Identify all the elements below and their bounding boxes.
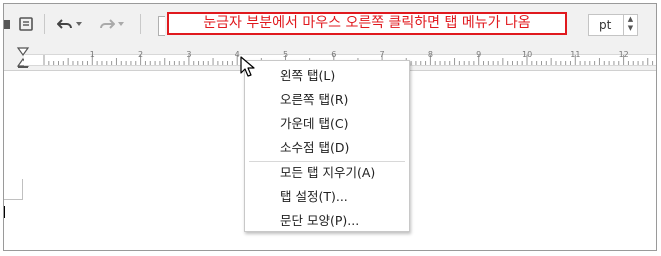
menu-item-right-tab[interactable]: 오른쪽 탭(R) [245, 88, 409, 112]
toolbar: 눈금자 부분에서 마우스 오른쪽 클릭하면 탭 메뉴가 나옴 pt ▲ ▼ [4, 4, 656, 47]
dropdown-arrow-icon [75, 22, 82, 26]
ruler-number: 10 [522, 50, 533, 59]
menu-item-decimal-tab[interactable]: 소수점 탭(D) [245, 136, 409, 160]
spin-up-icon[interactable]: ▲ [624, 15, 637, 24]
redo-button[interactable] [98, 14, 124, 34]
ruler-number: 5 [282, 50, 289, 59]
ruler-number: 9 [476, 50, 482, 59]
font-size-unit-select[interactable]: pt ▲ ▼ [588, 14, 638, 36]
text-cursor [4, 206, 5, 218]
mouse-pointer-icon [240, 56, 255, 77]
partial-icon[interactable] [4, 14, 12, 34]
spin-down-icon[interactable]: ▼ [624, 24, 637, 33]
menu-item-paragraph-shape[interactable]: 문단 모양(P)... [245, 209, 409, 233]
toolbar-divider [140, 14, 141, 34]
dropdown-arrow-icon [117, 22, 124, 26]
page-corner-mark [4, 179, 23, 200]
menu-item-clear-all-tabs[interactable]: 모든 탭 지우기(A) [245, 161, 409, 185]
ruler-number: 6 [331, 50, 337, 59]
menu-item-center-tab[interactable]: 가운데 탭(C) [245, 112, 409, 136]
font-select-stub[interactable] [158, 16, 165, 36]
ruler-number: 8 [427, 50, 433, 59]
undo-icon [56, 19, 72, 29]
ruler-number: 3 [186, 50, 192, 59]
ruler-number: 11 [570, 50, 581, 59]
redo-icon [99, 19, 115, 29]
menu-item-tab-settings[interactable]: 탭 설정(T)... [245, 185, 409, 209]
ruler-number: 2 [138, 50, 144, 59]
toolbar-divider [44, 14, 45, 34]
document-icon[interactable] [17, 14, 35, 34]
font-size-spinner[interactable]: ▲ ▼ [623, 15, 637, 35]
ruler-number: 7 [379, 50, 385, 59]
ruler-context-menu: 왼쪽 탭(L) 오른쪽 탭(R) 가운데 탭(C) 소수점 탭(D) 모든 탭 … [244, 60, 410, 232]
font-size-unit-label: pt [599, 18, 612, 32]
ruler-number: 12 [618, 50, 629, 59]
app-window: 눈금자 부분에서 마우스 오른쪽 클릭하면 탭 메뉴가 나옴 pt ▲ ▼ 12… [3, 3, 657, 251]
ruler-number: 1 [89, 50, 95, 59]
menu-item-left-tab[interactable]: 왼쪽 탭(L) [245, 64, 409, 88]
undo-button[interactable] [56, 14, 82, 34]
annotation-callout: 눈금자 부분에서 마우스 오른쪽 클릭하면 탭 메뉴가 나옴 [167, 12, 567, 35]
